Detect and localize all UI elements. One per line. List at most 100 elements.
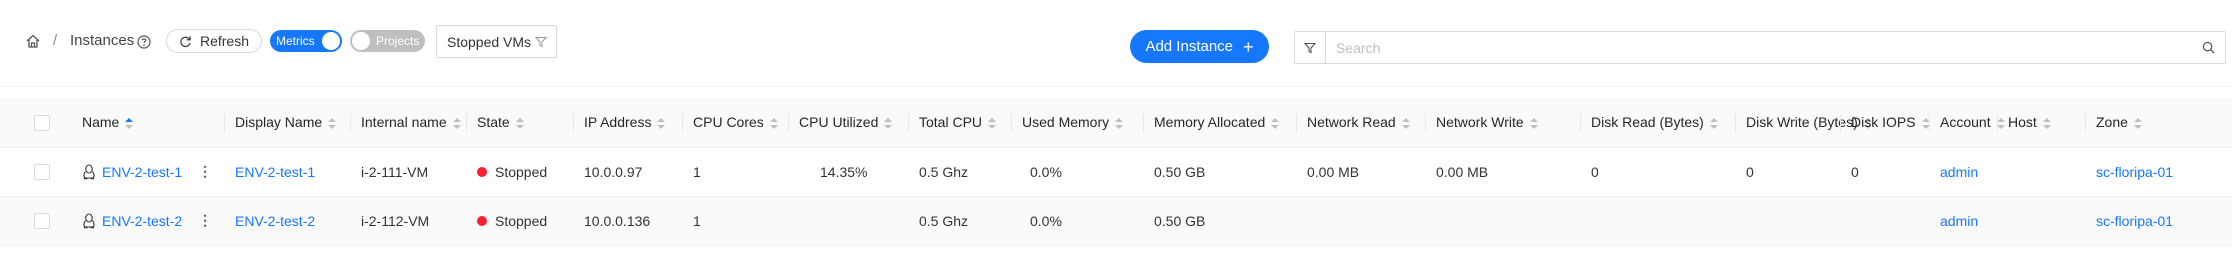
account-link[interactable]: admin — [1940, 213, 1978, 229]
column-header-display-name[interactable]: Display Name — [225, 98, 351, 148]
status-dot — [477, 166, 487, 177]
metrics-label: Metrics — [276, 34, 315, 48]
column-header-cpu-utilized[interactable]: CPU Utilized — [789, 98, 909, 148]
column-header-cpu-cores[interactable]: CPU Cores — [683, 98, 789, 148]
sort-icon — [1401, 117, 1410, 130]
display-name-link[interactable]: ENV-2-test-1 — [235, 164, 315, 180]
breadcrumb-current: Instances — [70, 32, 135, 49]
column-header-network-write[interactable]: Network Write — [1426, 98, 1581, 148]
cpu-utilized-cell — [789, 196, 909, 245]
row-checkbox[interactable] — [34, 164, 50, 181]
ip-address-cell: 10.0.0.136 — [584, 212, 651, 229]
column-label: Used Memory — [1022, 114, 1110, 131]
sort-icon — [328, 117, 337, 130]
projects-toggle[interactable]: Projects — [350, 30, 425, 52]
question-circle-icon[interactable] — [137, 35, 151, 49]
filter-icon[interactable] — [1295, 32, 1326, 63]
used-memory-cell: 0.0% — [1012, 196, 1144, 245]
network-write-cell: 0.00 MB — [1436, 163, 1489, 180]
table-row[interactable]: ENV-2-test-2 ⋮ ENV-2-test-2 i-2-112-VM S… — [0, 196, 2232, 245]
state-cell: Stopped — [467, 196, 574, 245]
sort-icon — [515, 117, 524, 130]
sort-icon — [1921, 117, 1930, 130]
toolbar: / Instances Refresh Metrics Projects Sto… — [0, 0, 2232, 87]
search-input[interactable] — [1326, 32, 2191, 63]
column-label: Disk IOPS — [1851, 114, 1916, 131]
memory-allocated-cell: 0.50 GB — [1154, 163, 1206, 180]
used-memory-value: 0.0% — [1030, 163, 1062, 180]
more-vertical-icon[interactable]: ⋮ — [198, 163, 212, 180]
sort-icon — [2042, 117, 2051, 130]
column-header-internal-name[interactable]: Internal name — [351, 98, 467, 148]
total-cpu-cell: 0.5 Ghz — [919, 212, 969, 229]
total-cpu-cell: 0.5 Ghz — [919, 163, 969, 180]
disk-iops-cell: 0 — [1851, 163, 1859, 180]
row-select-cell — [0, 196, 72, 245]
table-header-row: Name Display Name Internal name State IP… — [0, 98, 2232, 148]
column-header-disk-iops[interactable]: Disk IOPS — [1841, 98, 1930, 148]
state-label: Stopped — [495, 163, 548, 180]
column-header-host[interactable]: Host — [1998, 98, 2086, 148]
column-label: State — [477, 114, 510, 131]
refresh-button[interactable]: Refresh — [166, 29, 262, 53]
used-memory-value: 0.0% — [1030, 212, 1062, 229]
account-link[interactable]: admin — [1940, 164, 1978, 180]
column-label: Name — [82, 114, 120, 131]
column-header-ip-address[interactable]: IP Address — [574, 98, 683, 148]
instance-name-link[interactable]: ENV-2-test-1 — [102, 164, 182, 180]
column-label: Network Read — [1307, 114, 1396, 131]
display-name-link[interactable]: ENV-2-test-2 — [235, 213, 315, 229]
search-icon[interactable] — [2191, 41, 2225, 54]
row-select-cell — [0, 147, 72, 196]
cpu-cores-cell: 1 — [693, 163, 701, 180]
column-header-total-cpu[interactable]: Total CPU — [909, 98, 1012, 148]
column-header-zone[interactable]: Zone — [2086, 98, 2232, 148]
vm-filter-select[interactable]: Stopped VMs — [436, 25, 557, 58]
column-header-used-memory[interactable]: Used Memory — [1012, 98, 1144, 148]
host-cell — [1998, 147, 2086, 196]
internal-name-cell: i-2-112-VM — [361, 212, 430, 229]
disk-write-cell: 0 — [1746, 163, 1754, 180]
ip-address-cell: 10.0.0.97 — [584, 163, 643, 180]
host-cell — [1998, 196, 2086, 245]
column-header-disk-write[interactable]: Disk Write (Bytes) — [1736, 98, 1872, 148]
column-label: Network Write — [1436, 114, 1524, 131]
account-cell: admin — [1930, 147, 1998, 196]
column-label: CPU Utilized — [799, 114, 879, 131]
column-label: Zone — [2096, 114, 2128, 131]
zone-link[interactable]: sc-floripa-01 — [2096, 213, 2173, 229]
column-header-state[interactable]: State — [467, 98, 574, 148]
column-label: Display Name — [235, 114, 323, 131]
toggle-knob — [322, 32, 340, 50]
select-all-checkbox[interactable] — [34, 114, 50, 131]
more-vertical-icon[interactable]: ⋮ — [198, 212, 212, 229]
column-header-memory-allocated[interactable]: Memory Allocated — [1144, 98, 1297, 148]
state-cell: Stopped — [467, 147, 574, 196]
disk-write-cell — [1736, 196, 1841, 245]
status-dot — [477, 215, 487, 226]
metrics-toggle[interactable]: Metrics — [270, 30, 342, 52]
sort-icon — [769, 117, 778, 130]
sort-icon — [1709, 117, 1718, 130]
add-instance-button[interactable]: Add Instance + — [1130, 30, 1269, 63]
column-label: CPU Cores — [693, 114, 764, 131]
cpu-utilized-value: 14.35% — [820, 163, 868, 180]
column-header-name[interactable]: Name — [72, 98, 225, 148]
linux-penguin-icon — [83, 212, 95, 228]
instance-name-link[interactable]: ENV-2-test-2 — [102, 213, 182, 229]
sort-icon — [1115, 117, 1124, 130]
column-header-disk-read[interactable]: Disk Read (Bytes) — [1581, 98, 1736, 148]
display-name-cell: ENV-2-test-2 — [225, 196, 351, 245]
sort-icon — [2133, 117, 2142, 130]
plus-icon: + — [1243, 36, 1254, 57]
disk-read-cell: 0 — [1591, 163, 1599, 180]
table-row[interactable]: ENV-2-test-1 ⋮ ENV-2-test-1 i-2-111-VM S… — [0, 147, 2232, 196]
zone-link[interactable]: sc-floripa-01 — [2096, 164, 2173, 180]
zone-cell: sc-floripa-01 — [2086, 147, 2232, 196]
row-checkbox[interactable] — [34, 213, 50, 230]
home-icon[interactable] — [25, 33, 41, 49]
select-all-cell — [0, 98, 72, 148]
column-header-account[interactable]: Account — [1930, 98, 2005, 148]
sort-icon — [1271, 117, 1280, 130]
column-header-network-read[interactable]: Network Read — [1297, 98, 1426, 148]
